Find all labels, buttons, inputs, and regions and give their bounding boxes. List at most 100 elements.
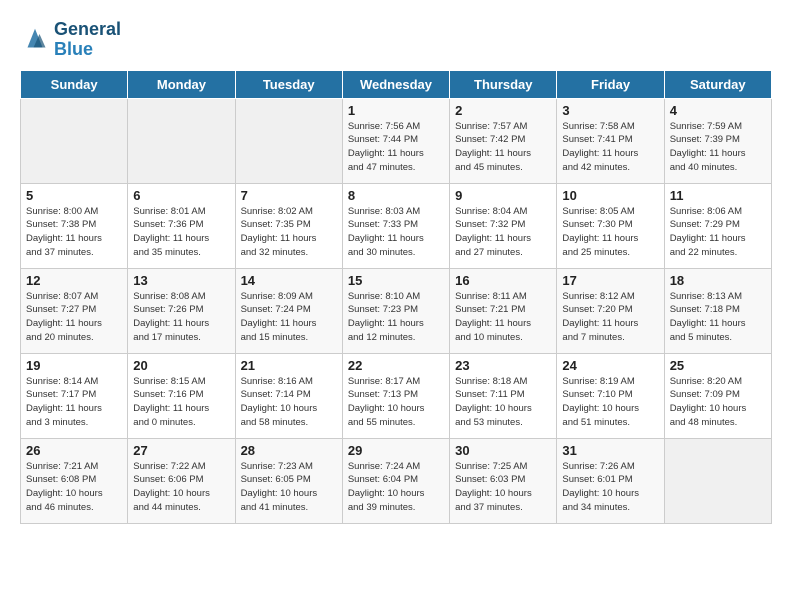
calendar-cell: 11 Sunrise: 8:06 AM Sunset: 7:29 PM Dayli… xyxy=(664,183,771,268)
day-number: 7 xyxy=(241,188,337,203)
day-number: 13 xyxy=(133,273,229,288)
calendar-cell: 5Sunrise: 8:00 AM Sunset: 7:38 PM Daylig… xyxy=(21,183,128,268)
calendar-cell: 19 Sunrise: 8:14 AM Sunset: 7:17 PM Dayli… xyxy=(21,353,128,438)
calendar-cell xyxy=(21,98,128,183)
day-info: Sunrise: 7:57 AM Sunset: 7:42 PM Dayligh… xyxy=(455,120,551,175)
day-number: 26 xyxy=(26,443,122,458)
calendar-cell: 30 Sunrise: 7:25 AM Sunset: 6:03 PM Dayli… xyxy=(450,438,557,523)
calendar-week-1: 1 Sunrise: 7:56 AM Sunset: 7:44 PM Daylig… xyxy=(21,98,772,183)
day-info: Sunrise: 7:25 AM Sunset: 6:03 PM Dayligh… xyxy=(455,460,551,515)
calendar-cell xyxy=(128,98,235,183)
day-info: Sunrise: 7:56 AM Sunset: 7:44 PM Dayligh… xyxy=(348,120,444,175)
calendar-cell: 24Sunrise: 8:19 AM Sunset: 7:10 PM Dayli… xyxy=(557,353,664,438)
day-number: 19 xyxy=(26,358,122,373)
day-info: Sunrise: 8:17 AM Sunset: 7:13 PM Dayligh… xyxy=(348,375,444,430)
calendar-week-4: 19 Sunrise: 8:14 AM Sunset: 7:17 PM Dayli… xyxy=(21,353,772,438)
day-info: Sunrise: 8:04 AM Sunset: 7:32 PM Dayligh… xyxy=(455,205,551,260)
logo-icon xyxy=(20,25,50,55)
day-number: 3 xyxy=(562,103,658,118)
day-number: 29 xyxy=(348,443,444,458)
calendar-cell: 20 Sunrise: 8:15 AM Sunset: 7:16 PM Dayli… xyxy=(128,353,235,438)
calendar-cell: 12 Sunrise: 8:07 AM Sunset: 7:27 PM Dayli… xyxy=(21,268,128,353)
day-info: Sunrise: 8:09 AM Sunset: 7:24 PM Dayligh… xyxy=(241,290,337,345)
day-header-thursday: Thursday xyxy=(450,70,557,98)
day-number: 30 xyxy=(455,443,551,458)
day-number: 28 xyxy=(241,443,337,458)
calendar-cell: 3 Sunrise: 7:58 AM Sunset: 7:41 PM Daylig… xyxy=(557,98,664,183)
day-info: Sunrise: 7:59 AM Sunset: 7:39 PM Dayligh… xyxy=(670,120,766,175)
day-info: Sunrise: 8:11 AM Sunset: 7:21 PM Dayligh… xyxy=(455,290,551,345)
day-number: 1 xyxy=(348,103,444,118)
day-info: Sunrise: 8:08 AM Sunset: 7:26 PM Dayligh… xyxy=(133,290,229,345)
calendar-cell: 28 Sunrise: 7:23 AM Sunset: 6:05 PM Dayli… xyxy=(235,438,342,523)
day-info: Sunrise: 8:01 AM Sunset: 7:36 PM Dayligh… xyxy=(133,205,229,260)
calendar-cell: 21 Sunrise: 8:16 AM Sunset: 7:14 PM Dayli… xyxy=(235,353,342,438)
calendar-cell: 26 Sunrise: 7:21 AM Sunset: 6:08 PM Dayli… xyxy=(21,438,128,523)
day-number: 23 xyxy=(455,358,551,373)
calendar-week-5: 26 Sunrise: 7:21 AM Sunset: 6:08 PM Dayli… xyxy=(21,438,772,523)
day-info: Sunrise: 7:21 AM Sunset: 6:08 PM Dayligh… xyxy=(26,460,122,515)
day-number: 14 xyxy=(241,273,337,288)
day-number: 2 xyxy=(455,103,551,118)
day-number: 6 xyxy=(133,188,229,203)
day-info: Sunrise: 8:18 AM Sunset: 7:11 PM Dayligh… xyxy=(455,375,551,430)
calendar-cell: 8Sunrise: 8:03 AM Sunset: 7:33 PM Daylig… xyxy=(342,183,449,268)
day-header-friday: Friday xyxy=(557,70,664,98)
day-number: 9 xyxy=(455,188,551,203)
day-header-monday: Monday xyxy=(128,70,235,98)
day-info: Sunrise: 8:14 AM Sunset: 7:17 PM Dayligh… xyxy=(26,375,122,430)
logo-text: General Blue xyxy=(54,20,121,60)
day-number: 15 xyxy=(348,273,444,288)
calendar-cell: 10Sunrise: 8:05 AM Sunset: 7:30 PM Dayli… xyxy=(557,183,664,268)
calendar-cell: 31 Sunrise: 7:26 AM Sunset: 6:01 PM Dayli… xyxy=(557,438,664,523)
day-info: Sunrise: 8:16 AM Sunset: 7:14 PM Dayligh… xyxy=(241,375,337,430)
calendar-cell: 25 Sunrise: 8:20 AM Sunset: 7:09 PM Dayli… xyxy=(664,353,771,438)
calendar-cell: 23 Sunrise: 8:18 AM Sunset: 7:11 PM Dayli… xyxy=(450,353,557,438)
page-header: General Blue xyxy=(20,20,772,60)
day-info: Sunrise: 8:00 AM Sunset: 7:38 PM Dayligh… xyxy=(26,205,122,260)
day-header-saturday: Saturday xyxy=(664,70,771,98)
day-info: Sunrise: 7:58 AM Sunset: 7:41 PM Dayligh… xyxy=(562,120,658,175)
day-number: 18 xyxy=(670,273,766,288)
calendar-cell: 4 Sunrise: 7:59 AM Sunset: 7:39 PM Daylig… xyxy=(664,98,771,183)
day-number: 4 xyxy=(670,103,766,118)
calendar-week-3: 12 Sunrise: 8:07 AM Sunset: 7:27 PM Dayli… xyxy=(21,268,772,353)
calendar-cell: 2 Sunrise: 7:57 AM Sunset: 7:42 PM Daylig… xyxy=(450,98,557,183)
calendar-cell: 22Sunrise: 8:17 AM Sunset: 7:13 PM Dayli… xyxy=(342,353,449,438)
day-info: Sunrise: 7:22 AM Sunset: 6:06 PM Dayligh… xyxy=(133,460,229,515)
calendar-cell: 16 Sunrise: 8:11 AM Sunset: 7:21 PM Dayli… xyxy=(450,268,557,353)
day-info: Sunrise: 8:03 AM Sunset: 7:33 PM Dayligh… xyxy=(348,205,444,260)
day-number: 31 xyxy=(562,443,658,458)
day-info: Sunrise: 7:26 AM Sunset: 6:01 PM Dayligh… xyxy=(562,460,658,515)
day-info: Sunrise: 7:24 AM Sunset: 6:04 PM Dayligh… xyxy=(348,460,444,515)
day-number: 24 xyxy=(562,358,658,373)
calendar-body: 1 Sunrise: 7:56 AM Sunset: 7:44 PM Daylig… xyxy=(21,98,772,523)
logo: General Blue xyxy=(20,20,121,60)
day-info: Sunrise: 8:15 AM Sunset: 7:16 PM Dayligh… xyxy=(133,375,229,430)
day-info: Sunrise: 8:06 AM Sunset: 7:29 PM Dayligh… xyxy=(670,205,766,260)
calendar-cell: 15Sunrise: 8:10 AM Sunset: 7:23 PM Dayli… xyxy=(342,268,449,353)
calendar-cell: 9 Sunrise: 8:04 AM Sunset: 7:32 PM Daylig… xyxy=(450,183,557,268)
calendar-cell: 18Sunrise: 8:13 AM Sunset: 7:18 PM Dayli… xyxy=(664,268,771,353)
calendar-cell: 1 Sunrise: 7:56 AM Sunset: 7:44 PM Daylig… xyxy=(342,98,449,183)
day-number: 16 xyxy=(455,273,551,288)
calendar-table: SundayMondayTuesdayWednesdayThursdayFrid… xyxy=(20,70,772,524)
day-number: 17 xyxy=(562,273,658,288)
day-info: Sunrise: 7:23 AM Sunset: 6:05 PM Dayligh… xyxy=(241,460,337,515)
day-number: 20 xyxy=(133,358,229,373)
calendar-cell: 13 Sunrise: 8:08 AM Sunset: 7:26 PM Dayli… xyxy=(128,268,235,353)
calendar-week-2: 5Sunrise: 8:00 AM Sunset: 7:38 PM Daylig… xyxy=(21,183,772,268)
day-info: Sunrise: 8:20 AM Sunset: 7:09 PM Dayligh… xyxy=(670,375,766,430)
day-info: Sunrise: 8:07 AM Sunset: 7:27 PM Dayligh… xyxy=(26,290,122,345)
day-number: 11 xyxy=(670,188,766,203)
calendar-cell: 7 Sunrise: 8:02 AM Sunset: 7:35 PM Daylig… xyxy=(235,183,342,268)
day-number: 10 xyxy=(562,188,658,203)
day-header-tuesday: Tuesday xyxy=(235,70,342,98)
day-number: 21 xyxy=(241,358,337,373)
calendar-cell: 27Sunrise: 7:22 AM Sunset: 6:06 PM Dayli… xyxy=(128,438,235,523)
day-number: 25 xyxy=(670,358,766,373)
day-number: 12 xyxy=(26,273,122,288)
calendar-cell xyxy=(664,438,771,523)
day-info: Sunrise: 8:02 AM Sunset: 7:35 PM Dayligh… xyxy=(241,205,337,260)
calendar-cell: 6 Sunrise: 8:01 AM Sunset: 7:36 PM Daylig… xyxy=(128,183,235,268)
